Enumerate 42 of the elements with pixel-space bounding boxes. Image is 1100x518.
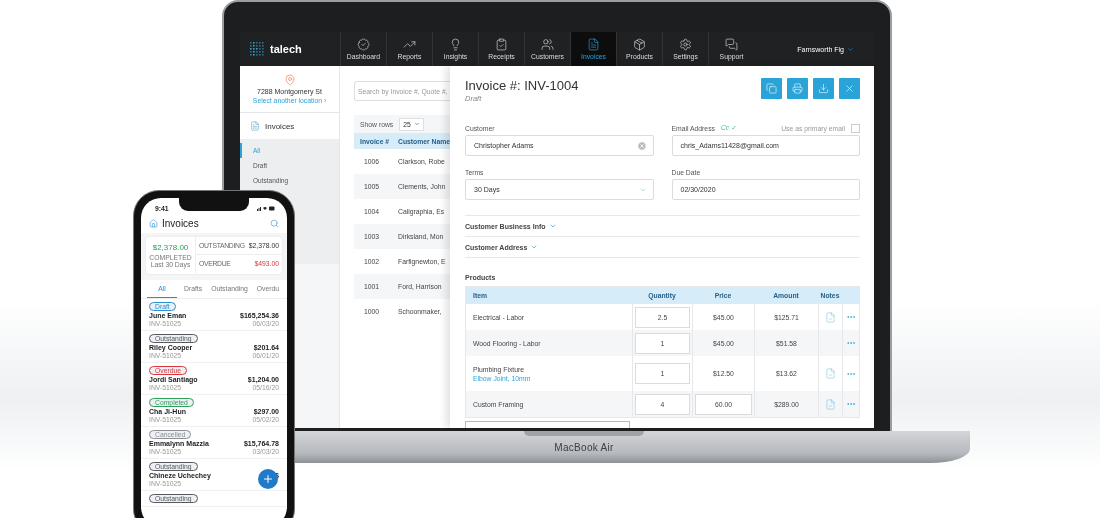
note-icon[interactable] xyxy=(825,368,836,380)
copy-button[interactable] xyxy=(761,78,782,99)
document-icon xyxy=(587,38,600,51)
location-pin-icon xyxy=(283,74,296,86)
print-button[interactable] xyxy=(787,78,808,99)
phone-notch xyxy=(179,198,249,211)
download-icon xyxy=(818,83,829,94)
brand-logo: talech xyxy=(270,43,302,55)
clipboard-icon xyxy=(495,38,508,51)
lightbulb-icon xyxy=(449,38,462,51)
screen-title: Invoices xyxy=(162,218,200,229)
document-icon xyxy=(250,121,260,131)
chart-trend-icon xyxy=(403,38,416,51)
copy-icon xyxy=(766,83,777,94)
chat-bubbles-icon xyxy=(725,38,738,51)
add-button[interactable] xyxy=(258,469,278,489)
logo-icon xyxy=(250,42,264,56)
people-icon xyxy=(541,38,554,51)
add-item-field[interactable] xyxy=(465,421,630,428)
close-button[interactable] xyxy=(839,78,860,99)
close-icon xyxy=(844,83,855,94)
checkbox[interactable] xyxy=(851,123,860,133)
invoice-title: Invoice #: INV-1004 xyxy=(465,78,579,93)
badge-check-icon xyxy=(357,38,370,51)
printer-icon xyxy=(792,83,803,94)
chevron-down-icon xyxy=(413,121,420,127)
home-icon xyxy=(149,219,158,228)
search-icon xyxy=(270,219,279,228)
gear-icon xyxy=(679,38,692,51)
clear-icon xyxy=(636,140,647,151)
box-icon xyxy=(633,38,646,51)
plus-icon xyxy=(262,473,274,485)
search-button[interactable] xyxy=(270,219,279,228)
status-icons xyxy=(257,205,275,211)
total-amount: $2,378.00 xyxy=(152,243,189,252)
home-button[interactable] xyxy=(149,219,158,228)
model-label: MacBook Air xyxy=(554,442,614,453)
note-icon[interactable] xyxy=(825,398,836,410)
chevron-down-icon xyxy=(847,45,854,53)
note-icon[interactable] xyxy=(825,311,836,323)
download-button[interactable] xyxy=(813,78,834,99)
section-title: Invoices xyxy=(265,121,295,131)
